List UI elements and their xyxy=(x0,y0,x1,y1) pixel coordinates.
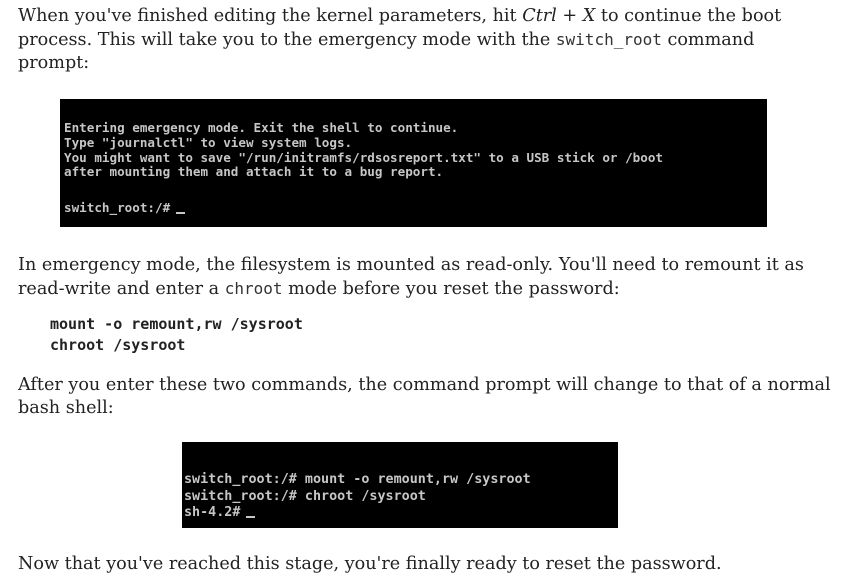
terminal-cursor xyxy=(246,516,256,519)
after-line-1: After you enter these two commands, the … xyxy=(18,375,831,395)
terminal-spacer xyxy=(64,180,767,201)
key-ctrl: Ctrl xyxy=(522,6,557,26)
key-x: X xyxy=(582,6,596,26)
emergency-line-2: read-write and enter a chroot mode befor… xyxy=(18,279,620,299)
terminal-screenshot-emergency-mode: Entering emergency mode. Exit the shell … xyxy=(60,99,767,227)
code-line: mount -o remount,rw /sysroot xyxy=(50,315,303,333)
inline-code-switch-root: switch_root xyxy=(555,30,662,49)
intro-line-1: When you've finished editing the kernel … xyxy=(18,6,782,26)
terminal-prompt: sh-4.2# xyxy=(184,505,241,521)
intro-line-2: process. This will take you to the emerg… xyxy=(18,30,755,50)
terminal-prompt-line: sh-4.2# xyxy=(184,505,618,522)
code-line: chroot /sysroot xyxy=(50,336,186,354)
terminal-cursor xyxy=(176,212,186,215)
terminal-screenshot-bash-shell: switch_root:/# mount -o remount,rw /sysr… xyxy=(182,442,618,528)
intro-line-3: prompt: xyxy=(18,53,90,73)
emergency-line-1: In emergency mode, the filesystem is mou… xyxy=(18,255,804,275)
terminal-prompt-line: switch_root:/# xyxy=(64,200,767,216)
after-line-2: bash shell: xyxy=(18,398,114,418)
terminal-line: You might want to save "/run/initramfs/r… xyxy=(64,149,663,165)
terminal-prompt: switch_root:/# xyxy=(64,200,171,216)
inline-code-chroot: chroot xyxy=(224,279,283,298)
paragraph-emergency-mode: In emergency mode, the filesystem is mou… xyxy=(18,254,804,301)
paragraph-ready: Now that you've reached this stage, you'… xyxy=(18,553,722,576)
terminal-line: Entering emergency mode. Exit the shell … xyxy=(64,120,459,135)
terminal-line: switch_root:/# mount -o remount,rw /sysr… xyxy=(184,472,531,487)
terminal-line: after mounting them and attach it to a b… xyxy=(64,164,444,180)
terminal-line: switch_root:/# chroot /sysroot xyxy=(184,488,426,504)
code-block-commands: mount -o remount,rw /sysroot chroot /sys… xyxy=(50,314,303,356)
paragraph-after-commands: After you enter these two commands, the … xyxy=(18,374,831,420)
paragraph-intro: When you've finished editing the kernel … xyxy=(18,5,781,75)
terminal-line: Type "journalctl" to view system logs. xyxy=(64,134,353,150)
ready-line-1: Now that you've reached this stage, you'… xyxy=(18,554,722,574)
